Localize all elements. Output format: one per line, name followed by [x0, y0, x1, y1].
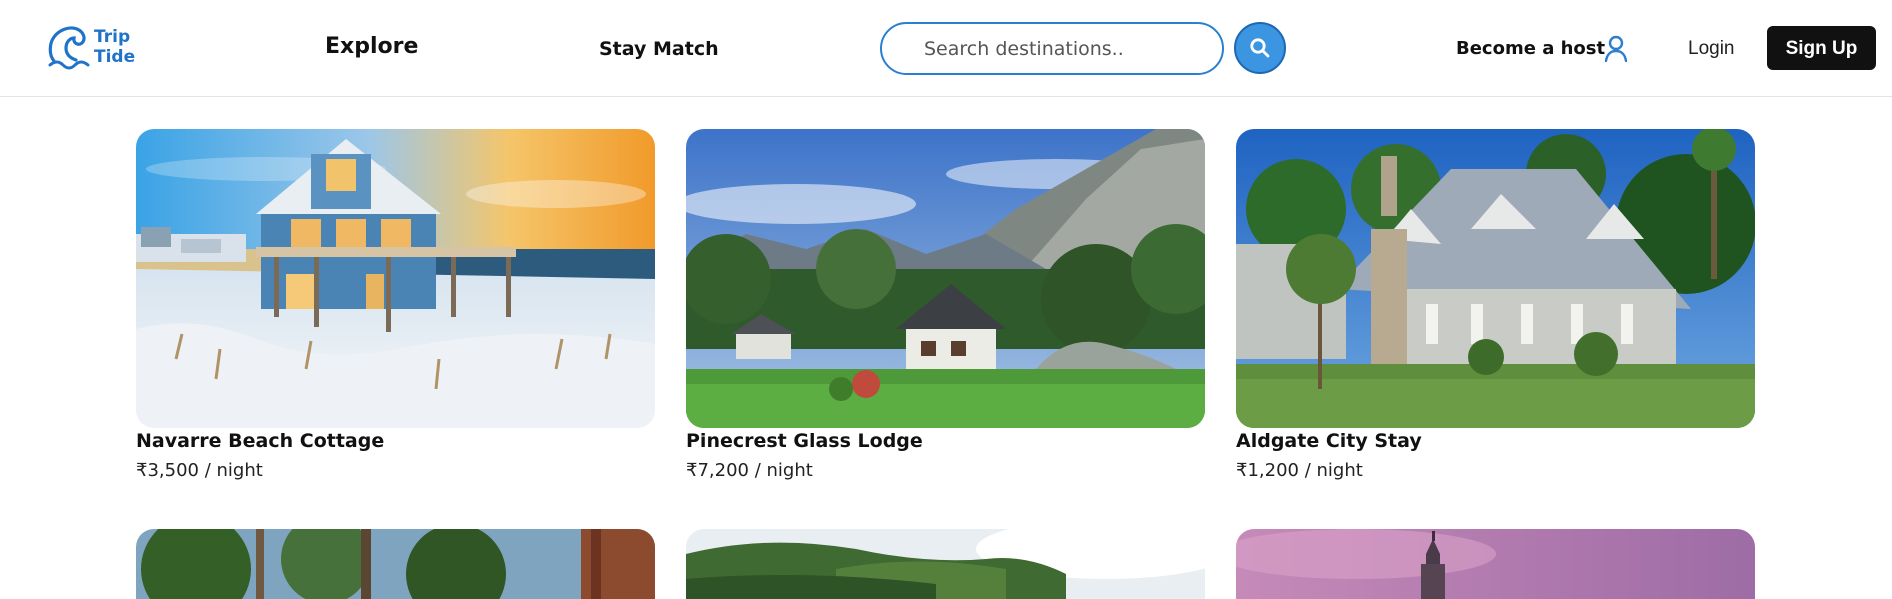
listing-price: ₹3,500 / night	[136, 460, 263, 481]
search-button[interactable]	[1234, 22, 1286, 74]
listing-title: Pinecrest Glass Lodge	[686, 430, 923, 452]
brand-logo[interactable]: Trip Tide	[46, 22, 156, 72]
page-scrollbar[interactable]	[1878, 98, 1890, 583]
search-input[interactable]	[922, 37, 1206, 61]
wave-logo-icon	[48, 26, 90, 70]
top-navigation-bar: Trip Tide Explore Stay Match Become a ho…	[0, 0, 1892, 97]
user-icon[interactable]	[1602, 34, 1630, 64]
city-house-image	[1236, 129, 1755, 428]
listing-title: Navarre Beach Cottage	[136, 430, 385, 452]
search-field-container	[880, 22, 1224, 75]
nav-explore-link[interactable]: Explore	[325, 34, 418, 59]
beach-house-image	[136, 129, 655, 428]
listing-price: ₹7,200 / night	[686, 460, 813, 481]
forest-image	[136, 529, 655, 599]
brand-line-1: Trip	[94, 27, 131, 47]
castle-image	[1236, 529, 1755, 599]
brand-line-2: Tide	[94, 47, 136, 67]
signup-button[interactable]: Sign Up	[1767, 26, 1876, 70]
lake-image	[686, 529, 1205, 599]
brand-name: Trip Tide	[94, 27, 154, 67]
become-host-link[interactable]: Become a host	[1456, 38, 1605, 59]
mountain-lodge-image	[686, 129, 1205, 428]
listing-title: Aldgate City Stay	[1236, 430, 1422, 452]
search-icon	[1250, 38, 1270, 58]
listing-price: ₹1,200 / night	[1236, 460, 1363, 481]
nav-stay-match-link[interactable]: Stay Match	[599, 38, 719, 60]
login-button[interactable]: Login	[1688, 38, 1735, 60]
